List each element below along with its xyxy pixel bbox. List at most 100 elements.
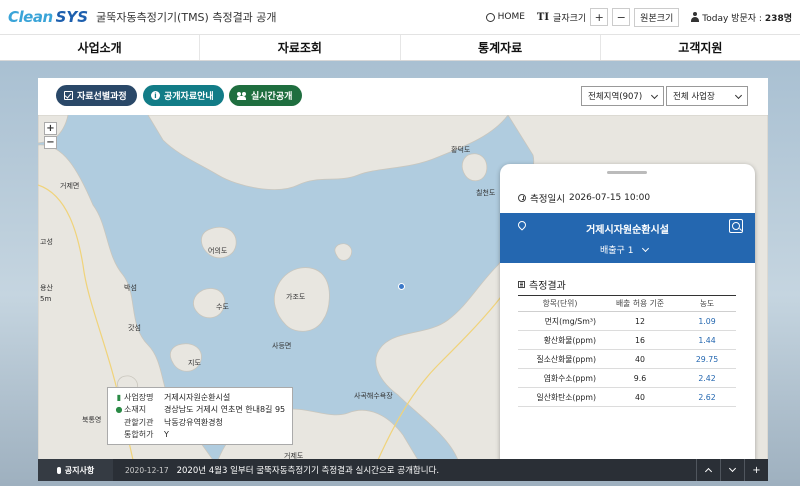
- outlet-value: 배출구 1: [600, 246, 634, 256]
- item-cell: 염화수소(ppm): [518, 368, 602, 388]
- people-icon: [237, 91, 247, 100]
- region-select[interactable]: 전체지역(907): [581, 86, 664, 106]
- notice-controls: +: [696, 459, 768, 481]
- map-label: 가조도: [286, 293, 306, 301]
- popup-value: 낙동강유역환경청: [164, 417, 223, 427]
- popup-row: ▮ 사업장명 거제시자원순환시설: [114, 391, 286, 404]
- concentration-cell: 1.09: [678, 311, 736, 331]
- standard-cell: 40: [602, 349, 678, 369]
- facility-marker[interactable]: [398, 283, 405, 290]
- nav-business-intro[interactable]: 사업소개: [0, 35, 201, 60]
- notice-date: 2020-12-17: [125, 465, 169, 475]
- nav-statistics[interactable]: 통계자료: [401, 35, 601, 60]
- popup-label: 소재지: [124, 405, 147, 415]
- globe-icon: [485, 12, 495, 22]
- logo-sys-text: SYS: [55, 8, 89, 26]
- map-label: 수도: [216, 303, 229, 311]
- datetime-label: 측정일시: [530, 194, 565, 205]
- map-label: 사등면: [272, 342, 292, 350]
- search-icon[interactable]: [729, 219, 743, 233]
- standard-cell: 9.6: [602, 368, 678, 388]
- zoom-in-button[interactable]: +: [44, 122, 57, 135]
- visitor-count: 238명: [764, 13, 792, 24]
- map-label: 거제면: [60, 182, 80, 190]
- notice-label: 공지사항: [38, 459, 113, 481]
- content-panel: 자료선별과정 i 공개자료안내 실시간공개 전체지역(907) 전체 사업장 거…: [38, 78, 768, 481]
- map-label: 황덕도: [451, 146, 471, 154]
- popup-value: 경상남도 거제시 연초면 한내8길 95: [164, 405, 286, 415]
- font-decrease-button[interactable]: −: [612, 8, 631, 26]
- standard-cell: 16: [602, 330, 678, 350]
- region-select-value: 전체지역(907): [588, 92, 643, 102]
- chevron-down-icon: [650, 91, 659, 100]
- data-selection-label: 자료선별과정: [77, 92, 127, 102]
- home-link[interactable]: HOME: [485, 12, 525, 22]
- table-row: 질소산화물(ppm) 40 29.75: [518, 349, 736, 369]
- clock-icon: [518, 194, 526, 202]
- facility-name: 거제시자원순환시설: [586, 225, 669, 236]
- notice-prev-button[interactable]: [696, 459, 720, 481]
- notice-more-button[interactable]: +: [744, 459, 768, 481]
- drag-handle[interactable]: [607, 171, 647, 174]
- table-row: 황산화물(ppm) 16 1.44: [518, 330, 736, 350]
- realtime-label: 실시간공개: [251, 92, 293, 102]
- site-select[interactable]: 전체 사업장: [666, 86, 748, 106]
- nav-customer-support[interactable]: 고객지원: [601, 35, 800, 60]
- map-label: 지도: [188, 359, 201, 367]
- column-header: 배출 허용 기준: [602, 295, 678, 312]
- popup-row: ● 소재지 경상남도 거제시 연초면 한내8길 95: [114, 404, 286, 417]
- map-label: 어의도: [208, 247, 228, 255]
- public-info-label: 공개자료안내: [164, 92, 214, 102]
- item-cell: 질소산화물(ppm): [518, 349, 602, 369]
- map-label: 사곡해수욕장: [354, 392, 393, 400]
- concentration-cell: 29.75: [678, 349, 736, 369]
- measurement-card: 측정일시 2026-07-15 10:00 거제시자원순환시설 배출구 1 측정…: [500, 164, 755, 460]
- popup-label: 사업장명: [124, 392, 154, 402]
- location-pin-icon: ●: [115, 405, 123, 415]
- map-label: 5m: [40, 295, 52, 303]
- notice-text[interactable]: 2020년 4월3 일부터 굴뚝자동측정기기 측정결과 실시간으로 공개합니다.: [177, 464, 440, 476]
- popup-row: 관할기관 낙동강유역환경청: [114, 416, 286, 429]
- home-link-label: HOME: [497, 12, 525, 22]
- microphone-icon: [56, 466, 61, 474]
- notice-next-button[interactable]: [720, 459, 744, 481]
- person-icon: [691, 12, 700, 22]
- public-info-button[interactable]: i 공개자료안내: [143, 85, 224, 106]
- nav-data-search[interactable]: 자료조회: [200, 35, 401, 60]
- visitor-label: Today 방문자 :: [702, 13, 762, 24]
- info-icon: i: [151, 91, 160, 100]
- popup-value: Y: [164, 430, 169, 440]
- item-cell: 일산화탄소(ppm): [518, 387, 602, 407]
- popup-row: 통합허가 Y: [114, 429, 286, 442]
- concentration-cell: 2.62: [678, 387, 736, 407]
- logo-clean-text: Clean: [8, 8, 53, 26]
- checkbox-icon: [64, 91, 73, 100]
- concentration-cell: 2.42: [678, 368, 736, 388]
- facility-header: 거제시자원순환시설 배출구 1: [500, 213, 755, 263]
- site-select-value: 전체 사업장: [673, 92, 715, 102]
- concentration-cell: 1.44: [678, 330, 736, 350]
- item-cell: 먼지(mg/Sm³): [518, 311, 602, 331]
- table-row: 염화수소(ppm) 9.6 2.42: [518, 368, 736, 388]
- chevron-down-icon: [642, 244, 650, 252]
- results-table: 항목(단위) 배출 허용 기준 농도 먼지(mg/Sm³) 12 1.09 황산…: [518, 295, 736, 407]
- zoom-out-button[interactable]: −: [44, 136, 57, 149]
- outlet-select[interactable]: 배출구 1: [600, 243, 650, 256]
- logo[interactable]: Clean SYS: [8, 8, 88, 26]
- item-cell: 황산화물(ppm): [518, 330, 602, 350]
- table-row: 먼지(mg/Sm³) 12 1.09: [518, 311, 736, 331]
- map-view[interactable]: 거제면 어의도 가조도 수도 칠천도 황덕도 지도 사등면 사곡해수욕장 고성 …: [38, 115, 768, 460]
- table-header-row: 항목(단위) 배출 허용 기준 농도: [518, 295, 736, 312]
- original-size-button[interactable]: 원본크기: [634, 7, 680, 27]
- toolbar: 자료선별과정 i 공개자료안내 실시간공개 전체지역(907) 전체 사업장: [38, 78, 768, 114]
- standard-cell: 40: [602, 387, 678, 407]
- font-increase-button[interactable]: +: [590, 8, 609, 26]
- table-row: 일산화탄소(ppm) 40 2.62: [518, 387, 736, 407]
- chevron-down-icon: [734, 91, 743, 100]
- map-label: 고성: [40, 238, 53, 246]
- notice-bar: 공지사항 2020-12-17 2020년 4월3 일부터 굴뚝자동측정기기 측…: [38, 459, 768, 481]
- data-selection-button[interactable]: 자료선별과정: [56, 85, 137, 106]
- notice-label-text: 공지사항: [64, 465, 95, 475]
- font-size-controls: TI 글자크기 + − 원본크기: [537, 7, 680, 27]
- realtime-button[interactable]: 실시간공개: [229, 85, 303, 106]
